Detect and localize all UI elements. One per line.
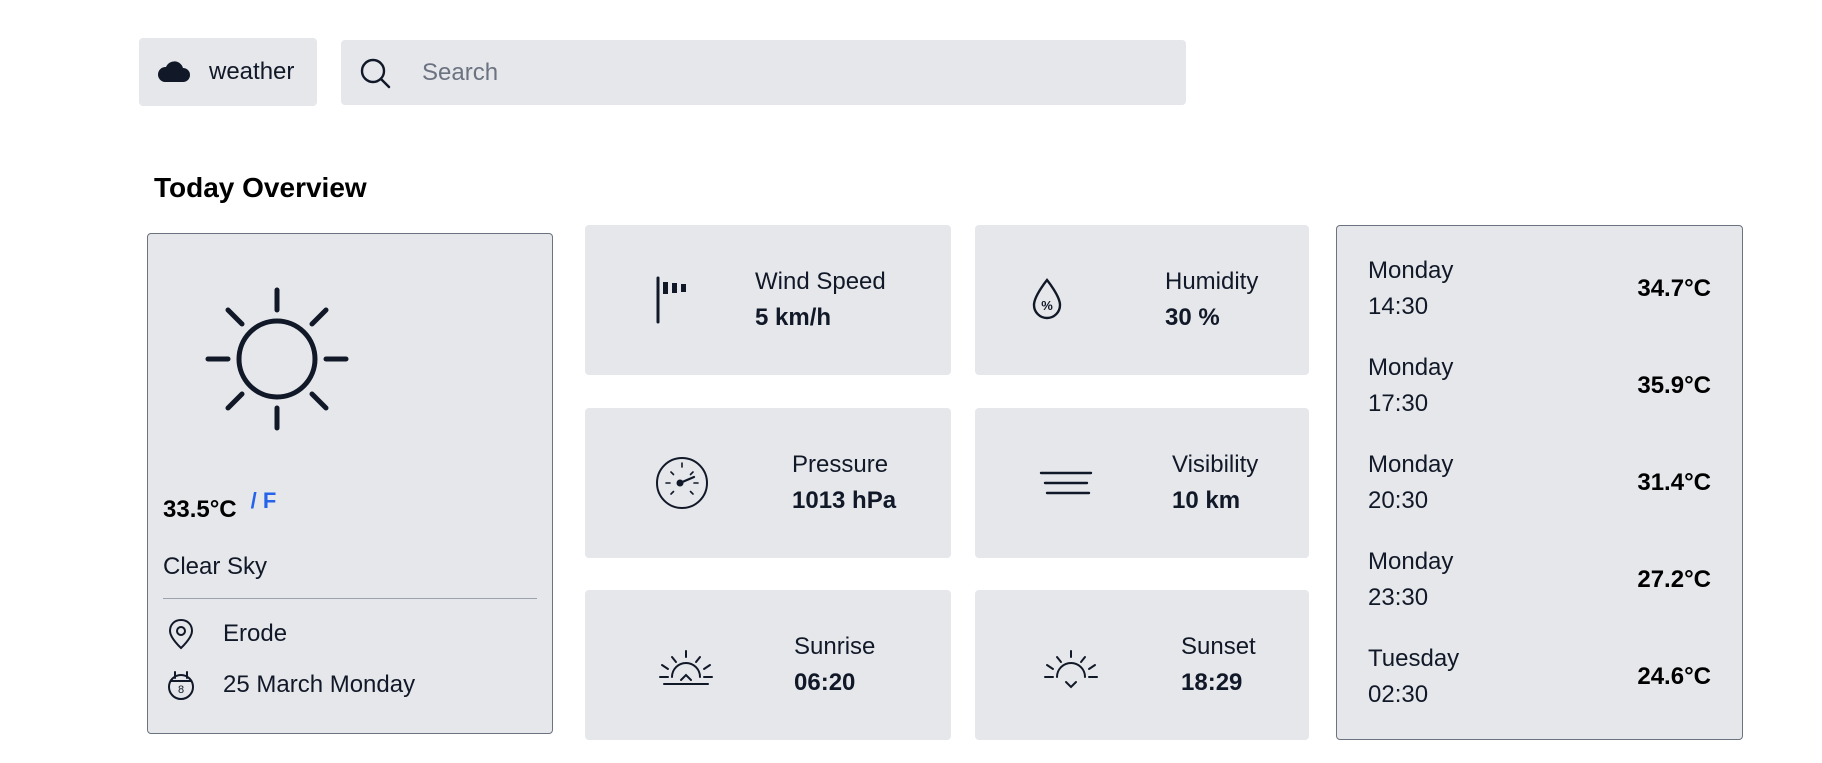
current-weather-card: 33.5°C / F Clear Sky Erode 8 25 March Mo…	[147, 233, 553, 734]
pressure-card: Pressure 1013 hPa	[585, 408, 951, 558]
forecast-row: Monday 23:30 27.2°C	[1368, 544, 1711, 616]
sunset-label: Sunset	[1181, 633, 1256, 660]
sunset-value: 18:29	[1181, 669, 1243, 696]
forecast-temperature: 31.4°C	[1637, 469, 1711, 496]
forecast-row: Monday 20:30 31.4°C	[1368, 447, 1711, 519]
location-name: Erode	[223, 620, 288, 647]
location-pin-icon	[168, 618, 194, 650]
page-title: Today Overview	[154, 172, 367, 203]
humidity-card: % Humidity 30 %	[975, 225, 1309, 375]
forecast-time: 17:30	[1368, 390, 1429, 417]
forecast-row: Monday 17:30 35.9°C	[1368, 350, 1711, 422]
visibility-value: 10 km	[1172, 487, 1241, 514]
sunrise-value: 06:20	[794, 669, 856, 696]
forecast-row: Monday 14:30 34.7°C	[1368, 253, 1711, 325]
sun-icon	[205, 287, 349, 431]
pressure-value: 1013 hPa	[792, 487, 897, 514]
forecast-time: 20:30	[1368, 487, 1429, 514]
sunrise-label: Sunrise	[794, 633, 876, 660]
wind-speed-value: 5 km/h	[755, 304, 832, 331]
svg-text:%: %	[1041, 298, 1053, 313]
brand-logo-button[interactable]: weather	[139, 38, 317, 106]
forecast-day: Tuesday	[1368, 645, 1460, 672]
forecast-temperature: 27.2°C	[1637, 566, 1711, 593]
forecast-temperature: 34.7°C	[1637, 275, 1711, 302]
pressure-label: Pressure	[792, 451, 889, 478]
humidity-value: 30 %	[1165, 304, 1220, 331]
calendar-day-number: 8	[178, 684, 184, 696]
droplet-percent-icon: %	[1032, 278, 1062, 320]
location-row: Erode	[163, 616, 287, 652]
search-bar	[341, 40, 1186, 105]
search-input[interactable]	[422, 52, 1162, 93]
calendar-icon: 8	[168, 671, 194, 700]
sunrise-card: Sunrise 06:20	[585, 590, 951, 740]
forecast-time: 14:30	[1368, 293, 1429, 320]
wind-speed-card: Wind Speed 5 km/h	[585, 225, 951, 375]
brand-label: weather	[209, 58, 295, 85]
sunset-icon	[1044, 650, 1098, 689]
unit-toggle-fahrenheit[interactable]: / F	[251, 488, 277, 514]
forecast-time: 02:30	[1368, 681, 1429, 708]
wind-speed-label: Wind Speed	[755, 268, 886, 295]
humidity-label: Humidity	[1165, 268, 1259, 295]
hourly-forecast-card: Monday 14:30 34.7°C Monday 17:30 35.9°C …	[1336, 225, 1743, 740]
fog-lines-icon	[1039, 471, 1093, 495]
forecast-day: Monday	[1368, 257, 1454, 284]
forecast-temperature: 24.6°C	[1637, 663, 1711, 690]
current-date: 25 March Monday	[223, 671, 416, 698]
forecast-day: Monday	[1368, 354, 1454, 381]
forecast-day: Monday	[1368, 451, 1454, 478]
sunset-card: Sunset 18:29	[975, 590, 1309, 740]
forecast-row: Tuesday 02:30 24.6°C	[1368, 641, 1711, 713]
divider	[163, 598, 537, 599]
visibility-card: Visibility 10 km	[975, 408, 1309, 558]
cloud-icon	[157, 61, 190, 82]
date-row: 8 25 March Monday	[163, 667, 415, 703]
windsock-icon	[656, 276, 686, 324]
gauge-icon	[656, 457, 708, 509]
sunrise-icon	[659, 650, 713, 685]
visibility-label: Visibility	[1172, 451, 1259, 478]
forecast-day: Monday	[1368, 548, 1454, 575]
search-icon[interactable]	[358, 56, 392, 90]
forecast-temperature: 35.9°C	[1637, 372, 1711, 399]
weather-condition: Clear Sky	[163, 553, 268, 580]
forecast-time: 23:30	[1368, 584, 1429, 611]
current-temperature: 33.5°C	[163, 496, 237, 523]
